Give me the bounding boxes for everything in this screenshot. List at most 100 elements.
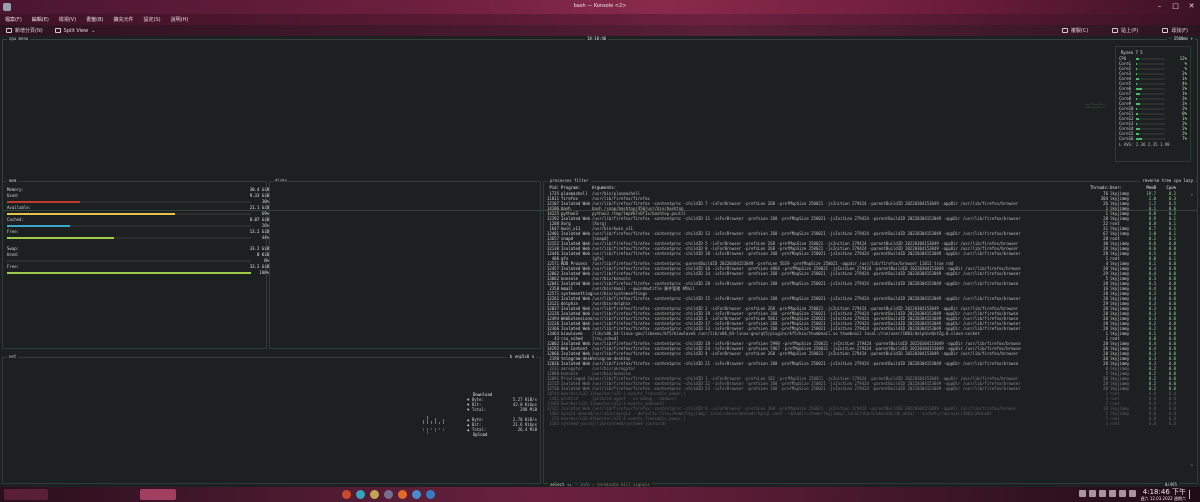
- cpu-cores-box: Ryzen 7 5 CPU 12% Core1% Core2% Core3 2% Core4…: [1115, 46, 1191, 162]
- terminal-icon[interactable]: [384, 490, 393, 499]
- telegram-icon[interactable]: [426, 490, 435, 499]
- core-usage-bar: [1135, 137, 1166, 140]
- network-icon[interactable]: [1079, 490, 1086, 497]
- process-prog: systemd-journ: [561, 421, 592, 426]
- mem-free-row: Free: 13.2 GiB: [7, 229, 269, 234]
- app-launcher-icon[interactable]: [342, 490, 351, 499]
- show-desktop-button[interactable]: [1189, 490, 1197, 499]
- core-usage-fill: [1135, 102, 1141, 105]
- core-usage-bar: [1135, 72, 1166, 75]
- system-clock[interactable]: 4:18:46 下午 週六 12.03.2022 週期六: [1141, 488, 1186, 501]
- net-interface-selector[interactable]: b enp5s0 n: [507, 354, 536, 359]
- process-list: 1735 plasmashell/usr/bin/plasmashell 76 lky…: [544, 191, 1184, 426]
- mem-used-bar: [7, 201, 251, 203]
- new-tab-icon: [6, 28, 12, 33]
- menu-plugins[interactable]: 擴充元件: [109, 16, 139, 23]
- mem-total-value: 30.4 GiB: [249, 187, 269, 192]
- paste-button[interactable]: 貼上(P): [1106, 27, 1144, 34]
- menu-bar: 檔案(F) 編輯(E) 檢視(V) 書籤(B) 擴充元件 設定(S) 說明(H): [0, 14, 1200, 25]
- menu-edit[interactable]: 編輯(E): [27, 16, 54, 23]
- close-icon[interactable]: ✕: [1187, 2, 1196, 11]
- core-usage-bar: [1135, 127, 1166, 130]
- terminal-area[interactable]: cpu menu 18:18:46 - 2500ms + ⣀⣀⣠⣤⣀⣀⣤⣀⣀ ⣀⣤…: [0, 36, 1200, 487]
- mem-cached-bar: [7, 225, 251, 227]
- input-method-icon[interactable]: [1129, 490, 1136, 497]
- copy-icon: [1061, 28, 1068, 33]
- mem-total-row: Memory: 30.4 GiB: [7, 187, 269, 192]
- mem-panel-title: mem: [7, 178, 19, 184]
- taskbar-segment: [140, 489, 176, 500]
- col-mem[interactable]: MemB: [1136, 185, 1156, 190]
- menu-bookmarks[interactable]: 書籤(B): [81, 16, 108, 23]
- new-tab-button[interactable]: 新增分頁(N): [0, 27, 49, 34]
- mem-available-label: Available:: [7, 205, 32, 210]
- mem-cached-pct: 26%: [261, 223, 269, 228]
- core-usage-bar: [1135, 122, 1166, 125]
- volume-icon[interactable]: [1089, 490, 1096, 497]
- swap-free-pct: 100%: [259, 270, 269, 275]
- core-usage-fill: [1135, 62, 1137, 65]
- col-pid[interactable]: Pid:: [544, 185, 560, 190]
- update-interval[interactable]: - 2500ms +: [1166, 36, 1195, 41]
- col-arguments[interactable]: Arguments:: [592, 185, 1090, 190]
- mem-cached-value: 8.07 GiB: [249, 217, 269, 222]
- split-view-button[interactable]: Split View ⌄: [49, 28, 102, 34]
- paste-icon: [1112, 28, 1119, 33]
- upload-heading: Upload: [473, 432, 488, 437]
- swap-free-row: Free: 33.2 GiB: [7, 264, 269, 269]
- copy-label: 複製(C): [1070, 28, 1089, 34]
- mem-free-value: 13.2 GiB: [249, 229, 269, 234]
- kmail-icon[interactable]: [412, 490, 421, 499]
- process-row[interactable]: 1183 systemd-journ [/lib/systemd/systemd-j…: [544, 421, 1184, 426]
- menu-file[interactable]: 檔案(F): [0, 16, 27, 23]
- core-usage-bar: [1135, 107, 1166, 110]
- toolbar: 新增分頁(N) Split View ⌄ 複製(C) 貼上(P) 尋找(F): [0, 25, 1200, 36]
- firefox-icon[interactable]: [398, 490, 407, 499]
- copy-button[interactable]: 複製(C): [1056, 27, 1094, 34]
- menu-settings[interactable]: 設定(S): [139, 16, 166, 23]
- core-row: Core16 7%: [1119, 136, 1187, 141]
- folder-icon[interactable]: [370, 490, 379, 499]
- col-user[interactable]: User:: [1108, 185, 1136, 190]
- minimize-icon[interactable]: –: [1155, 2, 1164, 11]
- find-label: 尋找(F): [1171, 28, 1188, 34]
- new-tab-label: 新增分頁(N): [15, 28, 43, 34]
- swap-total-row: Swap: 33.2 GiB: [7, 246, 269, 251]
- split-view-icon: [54, 28, 61, 33]
- load-average: L AVG: 2.36 2.35 1.98: [1119, 142, 1170, 147]
- search-icon: [1162, 28, 1169, 33]
- notifications-icon[interactable]: [1119, 490, 1126, 497]
- col-cpu[interactable]: Cpu%: [1156, 185, 1176, 190]
- core-usage-value: 7%: [1182, 136, 1187, 141]
- mem-available-pct: 69%: [261, 211, 269, 216]
- core-name: Core16: [1119, 136, 1134, 141]
- dolphin-icon[interactable]: [356, 490, 365, 499]
- col-threads[interactable]: Threads:: [1090, 185, 1109, 190]
- mem-bar-fill: [7, 237, 115, 239]
- swap-used-bar: [7, 260, 251, 262]
- core-usage-fill: [1135, 132, 1139, 135]
- clipboard-icon[interactable]: [1109, 490, 1116, 497]
- process-sort-options[interactable]: reverse tree cpu lazy: [1140, 178, 1195, 183]
- core-usage-fill: [1135, 137, 1142, 140]
- menu-help[interactable]: 說明(H): [166, 16, 194, 23]
- core-usage-bar: [1135, 87, 1166, 90]
- chevron-down-icon: ⌄: [91, 27, 96, 34]
- mem-total-label: Memory:: [7, 187, 24, 192]
- core-usage-bar: [1135, 112, 1166, 115]
- mem-panel: mem disks Memory: 30.4 GiB Used: 9.33 Gi…: [2, 178, 290, 349]
- mem-used-label: Used:: [7, 193, 20, 198]
- swap-used-label: Used:: [7, 252, 20, 257]
- core-usage-fill: [1135, 97, 1138, 100]
- find-button[interactable]: 尋找(F): [1156, 27, 1194, 34]
- processes-panel-title[interactable]: processes filter: [548, 178, 591, 184]
- core-usage-bar: [1135, 92, 1166, 95]
- col-program[interactable]: Program:: [560, 185, 592, 190]
- swap-total-value: 33.2 GiB: [249, 246, 269, 251]
- process-scrollbar[interactable]: ↑ ↓: [1188, 192, 1196, 476]
- maximize-icon[interactable]: □: [1171, 2, 1180, 11]
- swap-free-label: Free:: [7, 264, 20, 269]
- menu-view[interactable]: 檢視(V): [54, 16, 81, 23]
- split-view-label: Split View: [63, 27, 89, 34]
- bluetooth-icon[interactable]: [1099, 490, 1106, 497]
